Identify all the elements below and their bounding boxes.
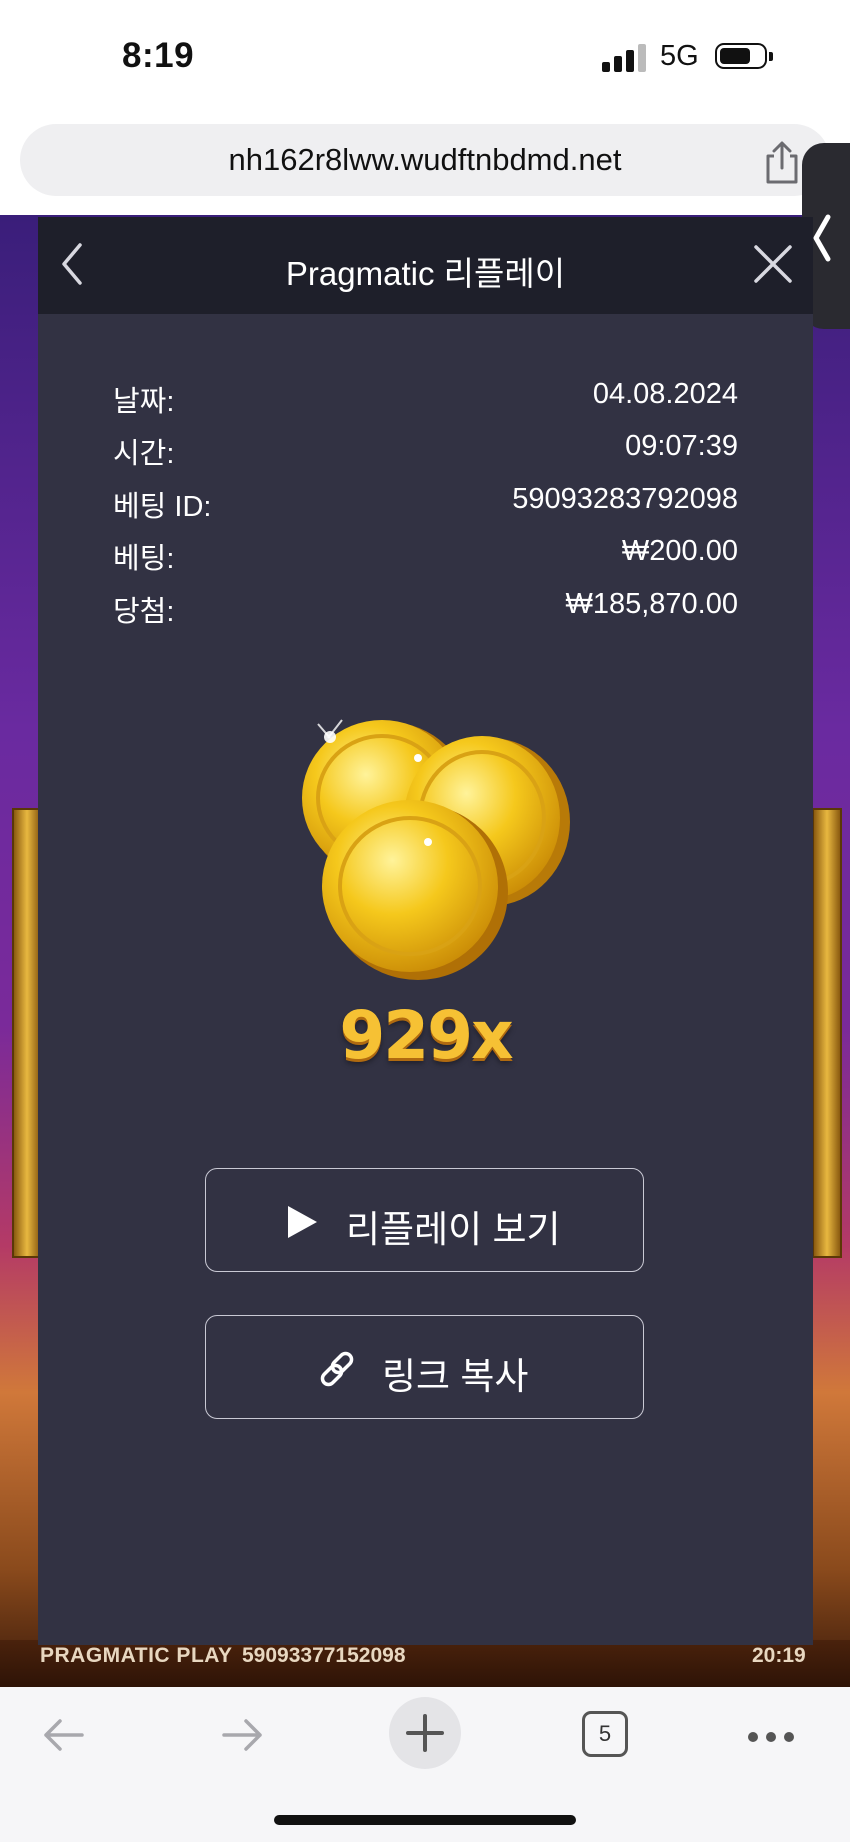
copy-link-button[interactable]: 링크 복사 — [205, 1315, 644, 1419]
right-pillar — [812, 808, 842, 1258]
modal-title: Pragmatic 리플레이 — [285, 255, 566, 292]
replay-modal: Pragmatic 리플레이 날짜: 04.08.2024 시간: 09:07:… — [38, 217, 813, 1645]
address-bar[interactable]: nh162r8lww.wudftnbdmd.net — [20, 124, 830, 196]
info-value: 09:07:39 — [625, 430, 738, 462]
new-tab-button[interactable] — [389, 1697, 461, 1769]
status-bar: 8:19 5G — [0, 0, 850, 115]
arrow-right-icon[interactable] — [220, 1717, 266, 1753]
coins-icon — [302, 719, 570, 980]
close-icon[interactable] — [750, 241, 796, 287]
home-indicator — [274, 1815, 576, 1825]
link-icon — [320, 1351, 354, 1387]
info-label: 베팅 ID: — [113, 491, 212, 523]
more-icon[interactable] — [748, 1727, 802, 1746]
info-label: 날짜: — [113, 386, 175, 418]
footer-round-id: 59093377152098 — [242, 1644, 406, 1667]
watch-replay-label: 리플레이 보기 — [346, 1209, 561, 1250]
copy-link-label: 링크 복사 — [382, 1356, 529, 1397]
share-icon[interactable] — [762, 140, 802, 186]
play-icon — [288, 1206, 317, 1238]
win-multiplier: 929x — [339, 997, 513, 1074]
watch-replay-button[interactable]: 리플레이 보기 — [205, 1168, 644, 1272]
footer-time: 20:19 — [752, 1644, 806, 1667]
info-value: 04.08.2024 — [592, 378, 738, 410]
tabs-icon[interactable]: 5 — [582, 1711, 628, 1757]
url-text[interactable]: nh162r8lww.wudftnbdmd.net — [20, 142, 830, 178]
info-label: 베팅: — [113, 543, 175, 575]
plus-icon — [406, 1714, 444, 1752]
signal-icon — [602, 44, 648, 72]
status-time: 8:19 — [122, 36, 195, 75]
info-row-bet: 베팅: ₩200.00 — [113, 535, 738, 575]
info-value: ₩185,870.00 — [565, 588, 738, 620]
arrow-left-icon[interactable] — [40, 1717, 86, 1753]
info-label: 당첨: — [113, 596, 175, 628]
info-label: 시간: — [113, 438, 175, 470]
info-row-bet-id: 베팅 ID: 59093283792098 — [113, 483, 738, 523]
info-value: 59093283792098 — [512, 483, 738, 515]
info-row-win: 당첨: ₩185,870.00 — [113, 588, 738, 628]
chevron-left-icon — [813, 214, 831, 262]
info-value: ₩200.00 — [621, 535, 738, 567]
footer-brand: PRAGMATIC PLAY — [40, 1644, 233, 1667]
network-type: 5G — [660, 40, 699, 72]
info-row-time: 시간: 09:07:39 — [113, 430, 738, 470]
modal-header: Pragmatic 리플레이 — [38, 217, 813, 314]
battery-icon — [715, 43, 775, 71]
info-row-date: 날짜: 04.08.2024 — [113, 378, 738, 418]
